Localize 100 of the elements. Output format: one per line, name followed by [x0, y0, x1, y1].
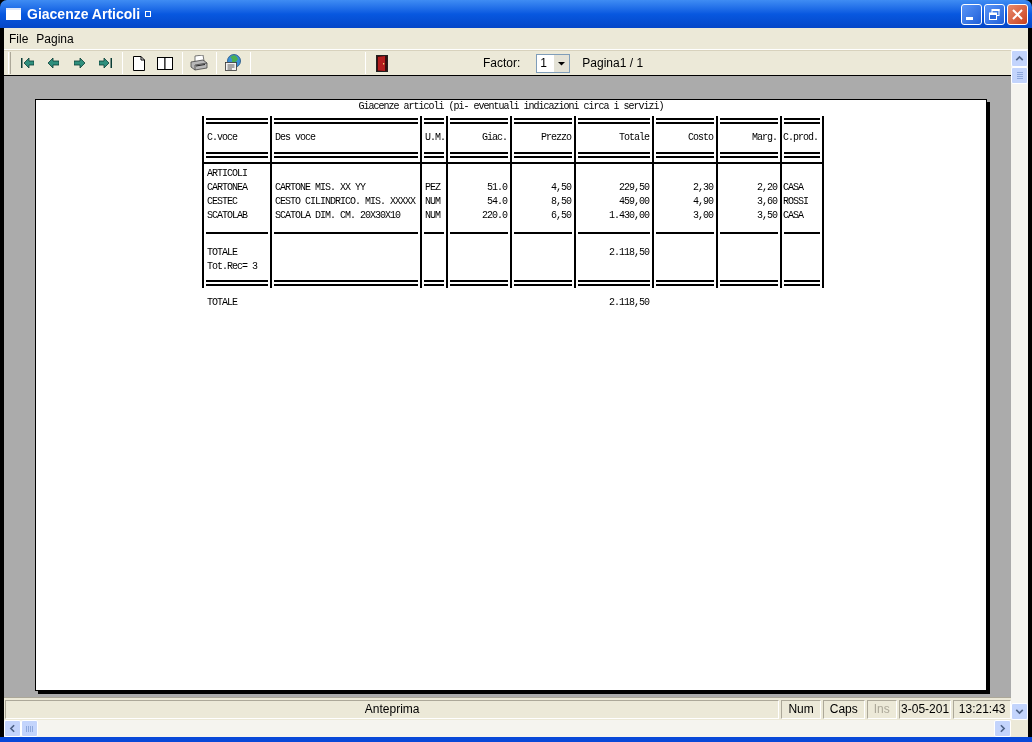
table-cell: 4,50	[551, 181, 571, 195]
double-rule	[450, 280, 508, 286]
rule-line	[784, 232, 820, 234]
menu-item[interactable]: Pagina	[32, 28, 78, 49]
table-cell: CESTO CILINDRICO. MIS. XXXXX	[275, 195, 416, 209]
double-rule	[450, 152, 508, 158]
restore-button[interactable]	[984, 3, 1005, 25]
double-rule	[656, 280, 714, 286]
scroll-thumb[interactable]	[1011, 67, 1028, 84]
scroll-up-button[interactable]	[1011, 50, 1028, 67]
double-rule	[424, 118, 444, 124]
table-cell: 8,50	[551, 195, 571, 209]
close-button[interactable]	[1007, 3, 1028, 25]
double-rule	[424, 280, 444, 286]
window-icon	[6, 8, 21, 20]
table-cell: CASA	[783, 181, 803, 195]
table-cell: 6,50	[551, 209, 571, 223]
table-cell: 51.0	[487, 181, 507, 195]
key-indicator: Caps	[822, 699, 865, 719]
double-rule	[514, 152, 572, 158]
first-arrow-icon	[20, 57, 34, 69]
double-rule	[206, 280, 268, 286]
table-cell: 229,50	[619, 181, 649, 195]
table-cell: 2,30	[693, 181, 713, 195]
page-icon	[133, 55, 145, 71]
double-rule	[784, 280, 820, 286]
double-rule	[450, 118, 508, 124]
rule-line	[720, 232, 778, 234]
scroll-left-button[interactable]	[4, 720, 21, 737]
status-message: Anteprima	[5, 699, 780, 719]
scroll-right-button[interactable]	[994, 720, 1011, 737]
column-header: C.voce	[207, 131, 237, 145]
table-cell: CASA	[783, 209, 803, 223]
column-header: Des voce	[275, 131, 315, 145]
double-rule	[720, 118, 778, 124]
small-square-icon	[145, 11, 152, 17]
scroll-down-button[interactable]	[1011, 703, 1028, 720]
close-icon	[1012, 8, 1023, 20]
double-rule	[206, 118, 268, 124]
table-cell: 2,20	[757, 181, 777, 195]
caret-icon	[554, 54, 570, 72]
table-cell: 3,60	[757, 195, 777, 209]
double-rule	[206, 152, 268, 158]
total-label: Tot.Rec= 3	[207, 260, 257, 274]
rule-line	[578, 232, 650, 234]
column-header: Marg.	[752, 131, 777, 145]
key-indicator: Ins	[866, 699, 897, 719]
table-cell: CARTONEA	[207, 181, 247, 195]
grand-total-label: TOTALE	[207, 296, 237, 310]
status-time: 13:21:43	[953, 699, 1011, 719]
table-cell: NUM	[425, 195, 440, 209]
table-cell: 54.0	[487, 195, 507, 209]
double-rule	[720, 152, 778, 158]
report-title: Giacenze articoli (pi- eventuali indicazioni circa i servizi)	[358, 100, 664, 114]
table-cell: 1.430,00	[609, 209, 649, 223]
rule-line	[514, 232, 572, 234]
table-cell: PEZ	[425, 181, 440, 195]
column-header: C.prod.	[783, 131, 818, 145]
grand-total-amount: 2.118,50	[609, 296, 649, 310]
table-cell: SCATOLA DIM. CM. 20X30X10	[275, 209, 401, 223]
column-header: Costo	[688, 131, 713, 145]
left-arrow-icon	[47, 57, 59, 69]
status-date: 3-05-201	[898, 699, 952, 719]
door-icon	[376, 54, 388, 72]
minimize-icon	[966, 16, 973, 20]
table-cell: 3,00	[693, 209, 713, 223]
table-cell: CESTEC	[207, 195, 237, 209]
table-cell: NUM	[425, 209, 440, 223]
rule-line	[424, 232, 444, 234]
column-header: Prezzo	[541, 131, 571, 145]
group-label: ARTICOLI	[207, 167, 247, 181]
window-title: Giacenze Articoli	[27, 5, 141, 23]
total-label: TOTALE	[207, 246, 237, 260]
rule-line	[206, 232, 268, 234]
double-rule	[578, 118, 650, 124]
double-rule	[424, 152, 444, 158]
last-arrow-icon	[98, 57, 112, 69]
restore-icon	[989, 8, 1000, 20]
column-header: Giac.	[482, 131, 507, 145]
total-amount: 2.118,50	[609, 246, 649, 260]
minimize-button[interactable]	[961, 3, 982, 25]
column-header: U.M.	[425, 131, 445, 145]
double-rule	[578, 152, 650, 158]
factor-select[interactable]: 1	[536, 53, 571, 73]
key-indicator: Num	[781, 699, 821, 719]
table-cell: 3,50	[757, 209, 777, 223]
table-cell: ROSSI	[783, 195, 808, 209]
factor-label: Factor:	[483, 55, 521, 72]
double-rule	[514, 280, 572, 286]
double-rule	[514, 118, 572, 124]
double-rule	[720, 280, 778, 286]
double-rule	[784, 118, 820, 124]
scroll-thumb[interactable]	[21, 720, 38, 737]
double-rule	[656, 152, 714, 158]
table-cell: CARTONE MIS. XX YY	[275, 181, 366, 195]
menu-item[interactable]: File	[5, 28, 33, 49]
rule-line	[656, 232, 714, 234]
rule-line	[450, 232, 508, 234]
book-icon	[157, 56, 173, 70]
right-arrow-icon	[73, 57, 85, 69]
